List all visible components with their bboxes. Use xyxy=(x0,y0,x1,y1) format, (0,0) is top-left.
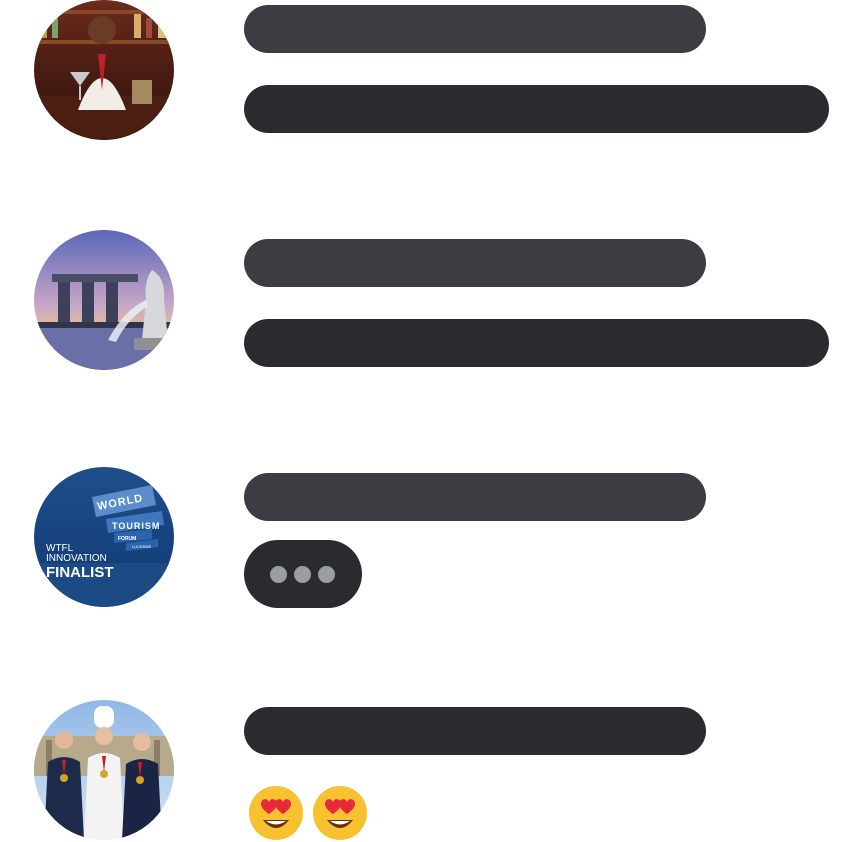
typing-dot xyxy=(318,566,335,583)
message-row-1 xyxy=(0,0,864,200)
message-row-4 xyxy=(0,700,864,842)
message-row-3: WORLD TOURISM FORUM LUCERNE WTFL INNOVAT… xyxy=(0,467,864,667)
wtfl-finalist-text: FINALIST xyxy=(46,564,114,581)
wtfl-innovation-text: INNOVATION xyxy=(46,553,107,564)
message-row-2 xyxy=(0,230,864,430)
message-bar-short xyxy=(244,239,706,287)
message-bar-long xyxy=(244,319,829,367)
message-bar-short xyxy=(244,5,706,53)
chefs-team-photo-avatar[interactable] xyxy=(34,700,174,840)
singapore-skyline-avatar[interactable] xyxy=(34,230,174,370)
message-bar-short xyxy=(244,707,706,755)
typing-dot xyxy=(294,566,311,583)
wtfl-tourism-text: TOURISM xyxy=(112,521,160,531)
wtfl-lucerne-text: LUCERNE xyxy=(132,544,151,549)
typing-indicator xyxy=(244,540,362,608)
typing-dot xyxy=(270,566,287,583)
heart-eyes-emoji xyxy=(247,784,305,842)
message-bar-long xyxy=(244,85,829,133)
heart-eyes-emoji xyxy=(311,784,369,842)
bartender-photo-avatar[interactable] xyxy=(34,0,174,140)
message-bar-short xyxy=(244,473,706,521)
wtfl-logo-avatar[interactable]: WORLD TOURISM FORUM LUCERNE WTFL INNOVAT… xyxy=(34,467,174,607)
wtfl-forum-text: FORUM xyxy=(118,536,136,542)
